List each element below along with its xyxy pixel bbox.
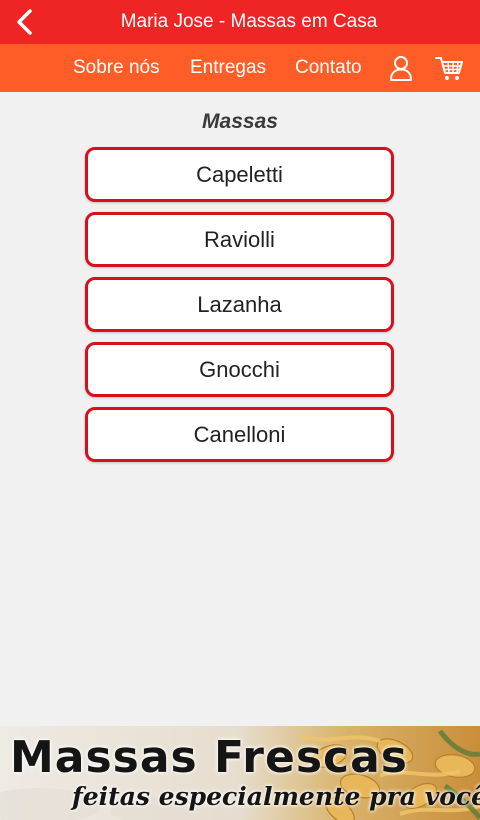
nav-link-contato[interactable]: Contato [295, 57, 362, 79]
menu-item-gnocchi[interactable]: Gnocchi [85, 342, 394, 397]
promo-banner[interactable]: Massas Frescas feitas especialmente pra … [0, 726, 480, 820]
banner-title: Massas Frescas [10, 732, 408, 783]
shopping-cart-icon[interactable] [432, 52, 466, 84]
banner-subtitle: feitas especialmente pra você [72, 782, 480, 811]
nav-link-entregas[interactable]: Entregas [190, 57, 266, 79]
title-bar: Maria Jose - Massas em Casa [0, 0, 480, 44]
menu-item-capeletti[interactable]: Capeletti [85, 147, 394, 202]
main-content: Massas Capeletti Raviolli Lazanha Gnocch… [0, 92, 480, 726]
pasta-menu-list: Capeletti Raviolli Lazanha Gnocchi Canel… [85, 147, 394, 472]
menu-item-lazanha[interactable]: Lazanha [85, 277, 394, 332]
nav-link-sobre-nos[interactable]: Sobre nós [73, 57, 160, 79]
nav-bar: Sobre nós Entregas Contato [0, 44, 480, 92]
app-title: Maria Jose - Massas em Casa [120, 11, 378, 32]
menu-item-raviolli[interactable]: Raviolli [85, 212, 394, 267]
menu-item-canelloni[interactable]: Canelloni [85, 407, 394, 462]
section-title: Massas [202, 110, 278, 133]
user-icon[interactable] [384, 52, 418, 84]
